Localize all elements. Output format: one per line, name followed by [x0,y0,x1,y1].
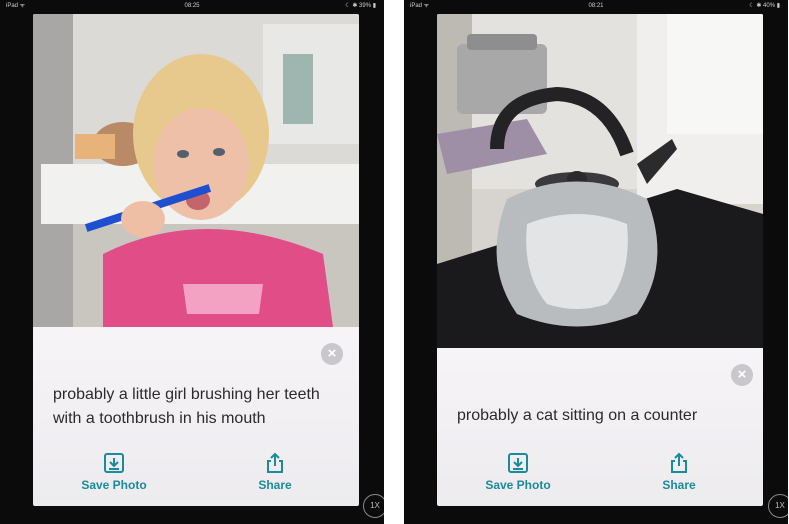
save-photo-label: Save Photo [485,478,551,492]
share-button[interactable]: Share [245,452,305,492]
status-bar: iPad ᯤ 08:25 ☾ ✱ 39% ▮ [0,0,384,12]
caption-text: probably a little girl brushing her teet… [53,386,320,427]
battery-indicator: ☾ ✱ 39% ▮ [345,3,376,9]
status-time: 08:25 [184,3,200,9]
share-icon [671,452,687,473]
status-bar: iPad ᯤ 08:21 ☾ ✱ 40% ▮ [404,0,788,12]
caption-text: probably a cat sitting on a counter [457,407,698,424]
captured-photo [33,14,359,327]
caption-panel: × probably a cat sitting on a counter Sa… [437,348,763,506]
result-card: × probably a little girl brushing her te… [33,14,359,506]
close-icon: × [327,345,337,362]
save-photo-icon [508,453,528,473]
zoom-level-badge[interactable]: 1X [363,494,384,518]
caption-panel: × probably a little girl brushing her te… [33,327,359,506]
save-photo-button[interactable]: Save Photo [483,452,553,492]
save-photo-icon [104,453,124,473]
ipad-screen-right: iPad ᯤ 08:21 ☾ ✱ 40% ▮ × probably a cat … [404,0,788,524]
photo-girl-brushing-teeth [33,14,359,327]
close-icon: × [737,366,747,383]
share-label: Share [258,478,292,492]
zoom-level-badge[interactable]: 1X [768,494,788,518]
save-photo-button[interactable]: Save Photo [79,452,149,492]
close-button[interactable]: × [321,343,343,365]
battery-indicator: ☾ ✱ 40% ▮ [749,3,780,9]
share-button[interactable]: Share [649,452,709,492]
status-time: 08:21 [588,3,604,9]
share-icon [267,452,283,473]
share-label: Share [662,478,696,492]
save-photo-label: Save Photo [81,478,147,492]
close-button[interactable]: × [731,364,753,386]
captured-photo [437,14,763,348]
photo-kettle-on-stove [437,14,763,348]
ipad-screen-left: iPad ᯤ 08:25 ☾ ✱ 39% ▮ × probably a litt… [0,0,384,524]
result-card: × probably a cat sitting on a counter Sa… [437,14,763,506]
